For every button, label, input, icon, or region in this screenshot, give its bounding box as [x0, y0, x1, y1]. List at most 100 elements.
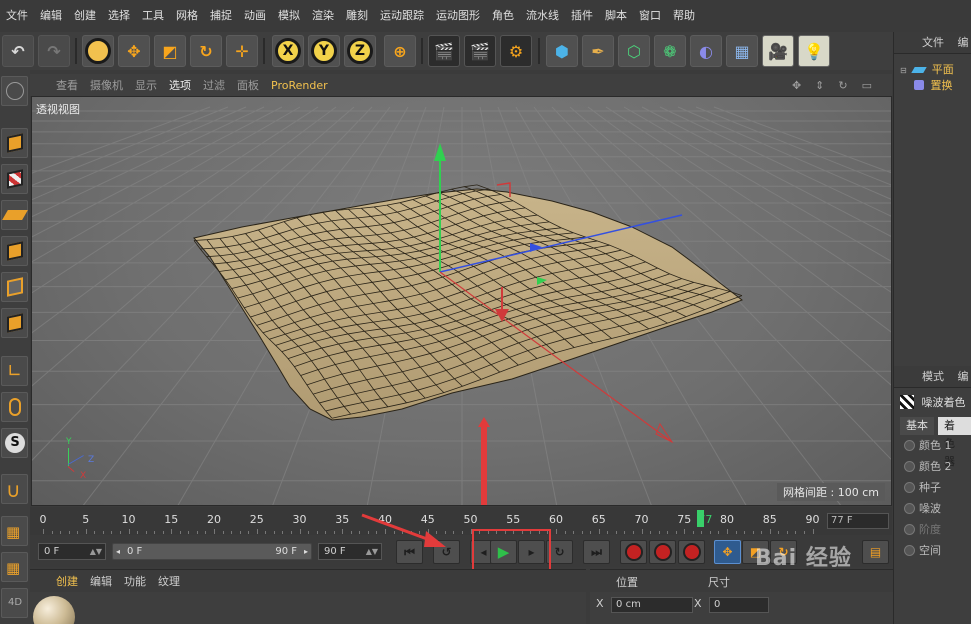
coord-size-x-field[interactable]: 0	[709, 597, 770, 613]
current-frame-field[interactable]: 77 F	[827, 513, 889, 529]
polygons-mode-button[interactable]	[1, 308, 28, 338]
coord-x-field[interactable]: 0 cm	[611, 597, 694, 613]
menu-help[interactable]: 帮助	[667, 0, 701, 32]
z-axis-button[interactable]: Z	[344, 35, 376, 67]
menu-animate[interactable]: 动画	[238, 0, 272, 32]
key-selection-button[interactable]	[678, 540, 705, 564]
scale-button[interactable]: ◩	[154, 35, 186, 67]
toggle-view-icon[interactable]: ▭	[862, 79, 874, 92]
param-octaves[interactable]: 阶度	[904, 521, 941, 537]
param-color-1[interactable]: 颜色 1	[904, 437, 952, 453]
menu-sculpt[interactable]: 雕刻	[340, 0, 374, 32]
array-button[interactable]: ❁	[654, 35, 686, 67]
tab-mode[interactable]: 模式	[922, 370, 944, 383]
menu-create[interactable]: 创建	[68, 0, 102, 32]
param-seed[interactable]: 种子	[904, 479, 941, 495]
tree-expand-icon[interactable]: ⊟	[900, 66, 907, 75]
live-select-button[interactable]	[82, 35, 114, 67]
undo-button[interactable]: ↶	[2, 35, 34, 67]
rotate-button[interactable]: ↻	[190, 35, 222, 67]
viewport-menu-filter[interactable]: 过滤	[203, 77, 225, 93]
y-axis-button[interactable]: Y	[308, 35, 340, 67]
object-name-displacer[interactable]: 置换	[931, 79, 953, 92]
magnet-button[interactable]: ∪	[1, 474, 28, 504]
redo-button[interactable]: ↷	[38, 35, 70, 67]
coordinate-system-button[interactable]: ⊕	[384, 35, 416, 67]
texture-mode-button[interactable]	[1, 164, 28, 194]
move-button[interactable]: ✥	[118, 35, 150, 67]
floor-button[interactable]: ▦	[726, 35, 758, 67]
radio-icon[interactable]	[904, 482, 915, 493]
start-frame-field[interactable]: 0 F ▲▼	[38, 543, 106, 560]
zoom-view-icon[interactable]: ⇕	[815, 79, 826, 92]
radio-icon[interactable]	[904, 545, 915, 556]
menu-window[interactable]: 窗口	[633, 0, 667, 32]
menu-select[interactable]: 选择	[102, 0, 136, 32]
param-space[interactable]: 空间	[904, 542, 941, 558]
menu-snap[interactable]: 捕捉	[204, 0, 238, 32]
snap-button[interactable]: S	[1, 428, 28, 458]
cube-button[interactable]: ⬢	[546, 35, 578, 67]
menu-render[interactable]: 渲染	[306, 0, 340, 32]
object-row-displacer[interactable]: 置换	[900, 78, 970, 94]
menu-tools[interactable]: 工具	[136, 0, 170, 32]
menu-pipeline[interactable]: 流水线	[520, 0, 565, 32]
timeline-ruler[interactable]: 0 5 10 15 20 25 30 35 40 45 50 55 60 65 70 75 77 80 85 90 7…	[30, 507, 892, 535]
radio-icon[interactable]	[904, 524, 915, 535]
viewport-nav-icons[interactable]: ✥ ⇕ ↻ ▭	[792, 78, 886, 92]
model-mode-button[interactable]	[1, 128, 28, 158]
auto-key-button[interactable]	[649, 540, 676, 564]
material-preview-ball[interactable]	[33, 596, 75, 624]
viewport-menu-panel[interactable]: 面板	[237, 77, 259, 93]
param-color-2[interactable]: 颜色 2	[904, 458, 952, 474]
viewport-menu-prorender[interactable]: ProRender	[271, 79, 328, 92]
go-to-end-button[interactable]: ⏭	[583, 540, 610, 564]
material-menu-create[interactable]: 创建	[56, 573, 78, 589]
workplane-button[interactable]	[1, 200, 28, 230]
grid-snap-button[interactable]: ▦	[1, 552, 28, 582]
object-row-plane[interactable]: ⊟ 平面	[900, 62, 970, 78]
material-menu-texture[interactable]: 纹理	[158, 573, 180, 589]
radio-icon[interactable]	[904, 461, 915, 472]
range-right-arrow[interactable]: ▸	[304, 544, 308, 559]
menu-simulate[interactable]: 模拟	[272, 0, 306, 32]
viewport-menu-options[interactable]: 选项	[169, 77, 191, 93]
tweak-mode-button[interactable]	[1, 392, 28, 422]
record-keys-button[interactable]	[620, 540, 647, 564]
menu-script[interactable]: 脚本	[599, 0, 633, 32]
axis-mode-button[interactable]: ∟	[1, 356, 28, 386]
playhead[interactable]	[697, 510, 704, 527]
logo-button[interactable]: 4D	[1, 588, 28, 618]
tab-edit[interactable]: 编	[958, 36, 969, 49]
menu-mograph[interactable]: 运动图形	[430, 0, 486, 32]
range-left-arrow[interactable]: ◂	[116, 544, 120, 559]
x-axis-button[interactable]: X	[272, 35, 304, 67]
object-name-plane[interactable]: 平面	[932, 63, 954, 76]
stepper-icon[interactable]: ▲▼	[90, 544, 102, 559]
tab-basic[interactable]: 基本	[900, 417, 934, 435]
lock-workplane-button[interactable]: ▦	[1, 516, 28, 546]
pen-button[interactable]: ✒	[582, 35, 614, 67]
recent-tool-button[interactable]: ✛	[226, 35, 258, 67]
menu-mesh[interactable]: 网格	[170, 0, 204, 32]
radio-icon[interactable]	[904, 503, 915, 514]
tab-file[interactable]: 文件	[922, 36, 944, 49]
menu-edit[interactable]: 编辑	[34, 0, 68, 32]
viewport-menu-display[interactable]: 显示	[135, 77, 157, 93]
make-editable-button[interactable]	[1, 76, 28, 106]
preview-range-slider[interactable]: ◂ 0 F 90 F ▸	[112, 543, 312, 560]
timeline-window-button[interactable]: ▤	[862, 540, 889, 564]
param-noise[interactable]: 噪波	[904, 500, 941, 516]
camera-button[interactable]: 🎥	[762, 35, 794, 67]
material-menu-function[interactable]: 功能	[124, 573, 146, 589]
perspective-viewport[interactable]: 透视视图 Y Z X 网格间距 : 100 cm	[31, 96, 892, 506]
viewport-menu-cameras[interactable]: 摄像机	[90, 77, 123, 93]
deformer-button[interactable]: ◐	[690, 35, 722, 67]
position-key-button[interactable]: ✥	[714, 540, 741, 564]
rotate-view-icon[interactable]: ↻	[838, 79, 849, 92]
render-view-button[interactable]: 🎬	[428, 35, 460, 67]
tab-edit[interactable]: 编	[958, 370, 969, 383]
render-picture-viewer-button[interactable]: 🎬	[464, 35, 496, 67]
render-settings-button[interactable]: ⚙	[500, 35, 532, 67]
light-button[interactable]: 💡	[798, 35, 830, 67]
